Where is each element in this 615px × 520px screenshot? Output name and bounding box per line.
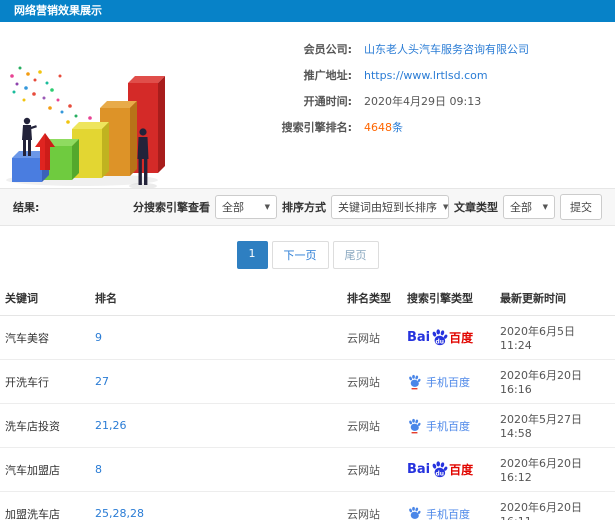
updated-cell: 2020年6月5日 11:24 xyxy=(495,315,615,360)
promotion-url-label: 推广地址: xyxy=(303,69,352,82)
page-1-button[interactable]: 1 xyxy=(236,241,268,269)
mobile-baidu-logo: 手机百度 xyxy=(407,506,490,520)
sort-select[interactable]: 关键词由短到长排序 ▼ xyxy=(331,195,449,219)
rank-count-label: 搜索引擎排名: xyxy=(281,121,352,134)
mobile-baidu-paw-icon xyxy=(409,418,421,433)
sort-label: 排序方式 xyxy=(282,201,326,214)
chevron-down-icon: ▼ xyxy=(264,203,270,211)
table-row: 汽车美容 9 云网站 Bai du 百度 2020年6月5日 11:24 xyxy=(0,315,615,360)
header-bar: 网络营销效果展示 xyxy=(0,0,615,22)
engine-cell: 手机百度 xyxy=(402,491,495,520)
mobile-baidu-logo: 手机百度 xyxy=(407,418,490,434)
businessman-left xyxy=(22,117,37,156)
mobile-baidu-logo: 手机百度 xyxy=(407,374,490,390)
table-row: 洗车店投资 21,26 云网站 手机百度 2020年5月27日 14:58 xyxy=(0,403,615,448)
header-rank: 排名 xyxy=(90,281,342,316)
engine-view-select[interactable]: 全部 ▼ xyxy=(215,195,277,219)
last-page-button[interactable]: 尾页 xyxy=(332,241,379,269)
chevron-down-icon: ▼ xyxy=(443,203,449,211)
filter-bar: 结果: 分搜索引擎查看 全部 ▼ 排序方式 关键词由短到长排序 ▼ 文章类型 全… xyxy=(0,188,615,226)
keyword-cell: 加盟洗车店 xyxy=(0,491,90,520)
rank-type-cell: 云网站 xyxy=(342,315,402,360)
result-label: 结果: xyxy=(13,201,40,214)
chart-illustration xyxy=(0,28,180,189)
engine-view-label: 分搜索引擎查看 xyxy=(133,201,210,214)
top-section: 会员公司: 山东老人头汽车服务咨询有限公司 推广地址: https://www.… xyxy=(0,22,615,189)
mobile-baidu-paw-icon xyxy=(409,506,421,520)
rank-cell[interactable]: 25,28,28 xyxy=(90,491,342,520)
info-row-url: 推广地址: https://www.lrtlsd.com xyxy=(180,62,615,88)
updated-cell: 2020年6月20日 16:12 xyxy=(495,447,615,492)
engine-cell: 手机百度 xyxy=(402,359,495,404)
keyword-cell: 汽车美容 xyxy=(0,315,90,360)
rank-count-value: 4648 xyxy=(364,121,392,134)
header-rank-type: 排名类型 xyxy=(342,281,402,316)
promotion-url-link[interactable]: https://www.lrtlsd.com xyxy=(364,69,488,82)
engine-view-selected: 全部 xyxy=(222,201,244,214)
company-name-link[interactable]: 山东老人头汽车服务咨询有限公司 xyxy=(364,41,529,57)
rank-type-cell: 云网站 xyxy=(342,447,402,492)
table-row: 汽车加盟店 8 云网站 Bai du 百度 2020年6月20日 16:12 xyxy=(0,447,615,492)
page-title: 网络营销效果展示 xyxy=(14,4,102,17)
rank-cell[interactable]: 8 xyxy=(90,447,342,492)
company-label: 会员公司: xyxy=(303,43,352,56)
baidu-paw-icon: du xyxy=(432,461,448,477)
table-row: 加盟洗车店 25,28,28 云网站 手机百度 2020年6月20日 16:11 xyxy=(0,491,615,520)
article-type-selected: 全部 xyxy=(510,201,532,214)
info-row-open-time: 开通时间: 2020年4月29日 09:13 xyxy=(180,88,615,114)
company-info-list: 会员公司: 山东老人头汽车服务咨询有限公司 推广地址: https://www.… xyxy=(180,28,615,188)
rank-cell[interactable]: 9 xyxy=(90,315,342,360)
sort-selected: 关键词由短到长排序 xyxy=(338,201,437,214)
article-type-label: 文章类型 xyxy=(454,201,498,214)
keyword-cell: 洗车店投资 xyxy=(0,403,90,448)
chevron-down-icon: ▼ xyxy=(542,203,548,211)
next-page-button[interactable]: 下一页 xyxy=(271,241,329,269)
open-time-label: 开通时间: xyxy=(303,95,352,108)
baidu-logo: Bai du 百度 xyxy=(407,329,474,346)
submit-button[interactable]: 提交 xyxy=(560,194,602,220)
mobile-baidu-paw-icon xyxy=(409,374,421,389)
table-header-row: 关键词 排名 排名类型 搜索引擎类型 最新更新时间 xyxy=(0,281,615,316)
svg-text:du: du xyxy=(436,338,444,345)
baidu-paw-icon: du xyxy=(432,329,448,345)
pagination: 1 下一页 尾页 xyxy=(0,226,615,281)
updated-cell: 2020年6月20日 16:11 xyxy=(495,491,615,520)
engine-cell: 手机百度 xyxy=(402,403,495,448)
info-row-rank-count: 搜索引擎排名: 4648条 xyxy=(180,114,615,140)
table-row: 开洗车行 27 云网站 手机百度 2020年6月20日 16:16 xyxy=(0,359,615,404)
baidu-logo: Bai du 百度 xyxy=(407,461,474,478)
rank-cell[interactable]: 21,26 xyxy=(90,403,342,448)
article-type-select[interactable]: 全部 ▼ xyxy=(503,195,555,219)
rank-type-cell: 云网站 xyxy=(342,491,402,520)
updated-cell: 2020年5月27日 14:58 xyxy=(495,403,615,448)
table-body: 汽车美容 9 云网站 Bai du 百度 2020年6月5日 11:24 开洗车行 … xyxy=(0,315,615,520)
page: 网络营销效果展示 会员公司: 山东老人头汽车服务咨询有限公司 推广地址: htt… xyxy=(0,0,615,520)
ranking-table: 关键词 排名 排名类型 搜索引擎类型 最新更新时间 汽车美容 9 云网站 Bai… xyxy=(0,281,615,520)
keyword-cell: 开洗车行 xyxy=(0,359,90,404)
header-updated: 最新更新时间 xyxy=(495,281,615,316)
rank-cell[interactable]: 27 xyxy=(90,359,342,404)
header-engine-type: 搜索引擎类型 xyxy=(402,281,495,316)
keyword-cell: 汽车加盟店 xyxy=(0,447,90,492)
engine-cell: Bai du 百度 xyxy=(402,447,495,492)
svg-text:du: du xyxy=(436,470,444,477)
info-row-company: 会员公司: 山东老人头汽车服务咨询有限公司 xyxy=(180,36,615,62)
bar-chart-graphic-icon xyxy=(6,66,165,189)
rank-count-unit: 条 xyxy=(392,121,403,134)
engine-cell: Bai du 百度 xyxy=(402,315,495,360)
rank-type-cell: 云网站 xyxy=(342,403,402,448)
open-time-value: 2020年4月29日 09:13 xyxy=(364,95,482,108)
filter-controls: 分搜索引擎查看 全部 ▼ 排序方式 关键词由短到长排序 ▼ 文章类型 全部 ▼ … xyxy=(133,194,602,220)
header-keyword: 关键词 xyxy=(0,281,90,316)
rank-type-cell: 云网站 xyxy=(342,359,402,404)
updated-cell: 2020年6月20日 16:16 xyxy=(495,359,615,404)
